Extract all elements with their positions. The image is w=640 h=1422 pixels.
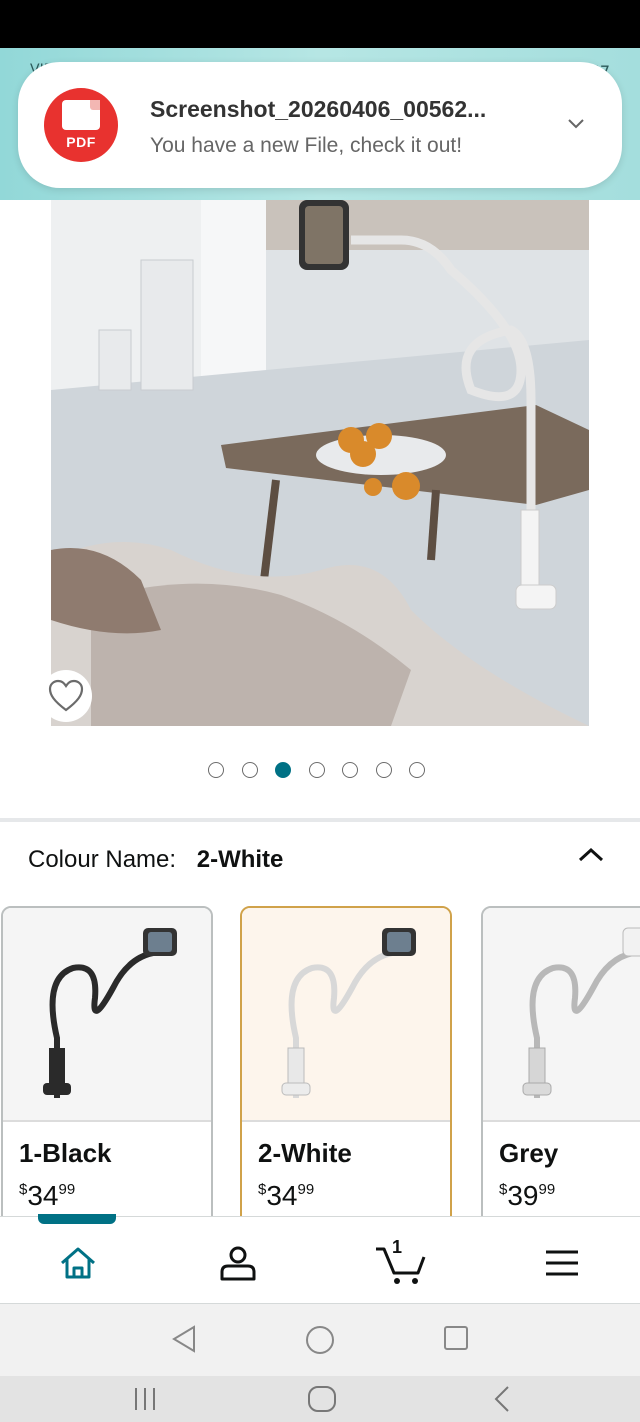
top-bar: [0, 0, 640, 48]
swatch-divider: [483, 1120, 640, 1122]
image-pagination: [208, 762, 438, 782]
recent-apps-icon[interactable]: [130, 1384, 160, 1414]
home-icon[interactable]: [56, 1241, 100, 1285]
colour-name-value: 2-White: [196, 846, 284, 873]
price-cents: 99: [538, 1181, 556, 1198]
swatch-grey[interactable]: Grey $3999: [481, 906, 640, 1236]
phone-holder-white-image: [281, 928, 416, 1098]
price-whole: 34: [27, 1180, 59, 1211]
home-circle-icon[interactable]: [304, 1324, 336, 1356]
swatch-divider: [242, 1120, 450, 1122]
heart-icon: [48, 679, 84, 712]
product-image[interactable]: [51, 200, 589, 726]
price-cents: 99: [297, 1181, 315, 1198]
price-whole: 39: [507, 1180, 539, 1211]
swatch-image: [242, 908, 450, 1120]
pagination-dot[interactable]: [342, 762, 358, 778]
browser-navigation: [0, 1304, 640, 1376]
pagination-dot[interactable]: [208, 762, 224, 778]
phone-holder-grey-image: [522, 927, 640, 1098]
colour-name-row: Colour Name: 2-White: [28, 846, 283, 880]
file-notification[interactable]: PDF Screenshot_20260406_00562... You hav…: [18, 62, 622, 188]
active-tab-indicator: [38, 1214, 116, 1224]
cart-count: 1: [392, 1237, 403, 1257]
swatch-divider: [3, 1120, 211, 1122]
pagination-dot[interactable]: [241, 762, 258, 778]
swatch-black[interactable]: 1-Black $3499: [1, 906, 213, 1236]
phone-holder-black-image: [43, 928, 177, 1098]
back-chevron-icon[interactable]: [490, 1384, 514, 1414]
swatch-name: 1-Black: [19, 1138, 112, 1168]
wishlist-button[interactable]: [40, 670, 92, 722]
swatch-image: [3, 908, 211, 1120]
section-divider: [0, 818, 640, 822]
swatch-white[interactable]: 2-White $3499: [240, 906, 452, 1236]
recents-square-icon[interactable]: [442, 1324, 470, 1352]
pagination-dot[interactable]: [409, 762, 425, 778]
swatch-name: Grey: [499, 1138, 559, 1168]
account-icon[interactable]: [216, 1241, 260, 1285]
notification-title: Screenshot_20260406_00562...: [150, 96, 487, 122]
chevron-down-icon[interactable]: [566, 114, 586, 134]
menu-icon[interactable]: [540, 1241, 584, 1285]
chevron-up-icon[interactable]: [576, 844, 606, 866]
app-screen: VIP 57 PDF Screenshot_20260406_00562... …: [0, 0, 640, 1422]
pagination-dot[interactable]: [275, 762, 291, 778]
swatch-price: $3499: [19, 1180, 75, 1212]
product-photo: [51, 200, 589, 726]
colour-name-label: Colour Name:: [28, 846, 177, 873]
home-button-icon[interactable]: [306, 1384, 338, 1414]
pagination-dot[interactable]: [375, 762, 392, 778]
cart-button[interactable]: 1: [374, 1237, 428, 1285]
pdf-icon-label: PDF: [66, 134, 96, 150]
swatch-price: $3999: [499, 1180, 555, 1212]
swatch-name: 2-White: [258, 1138, 352, 1168]
pagination-dot[interactable]: [308, 762, 325, 778]
notification-body: You have a new File, check it out!: [150, 134, 463, 157]
system-navigation-bar: [0, 1376, 640, 1422]
swatch-image: [483, 908, 640, 1120]
pdf-app-icon: PDF: [44, 88, 118, 162]
bottom-navigation: 1: [0, 1216, 640, 1304]
back-triangle-icon[interactable]: [170, 1324, 198, 1354]
swatch-price: $3499: [258, 1180, 314, 1212]
price-cents: 99: [58, 1181, 76, 1198]
document-icon: [62, 100, 100, 130]
price-whole: 34: [266, 1180, 298, 1211]
